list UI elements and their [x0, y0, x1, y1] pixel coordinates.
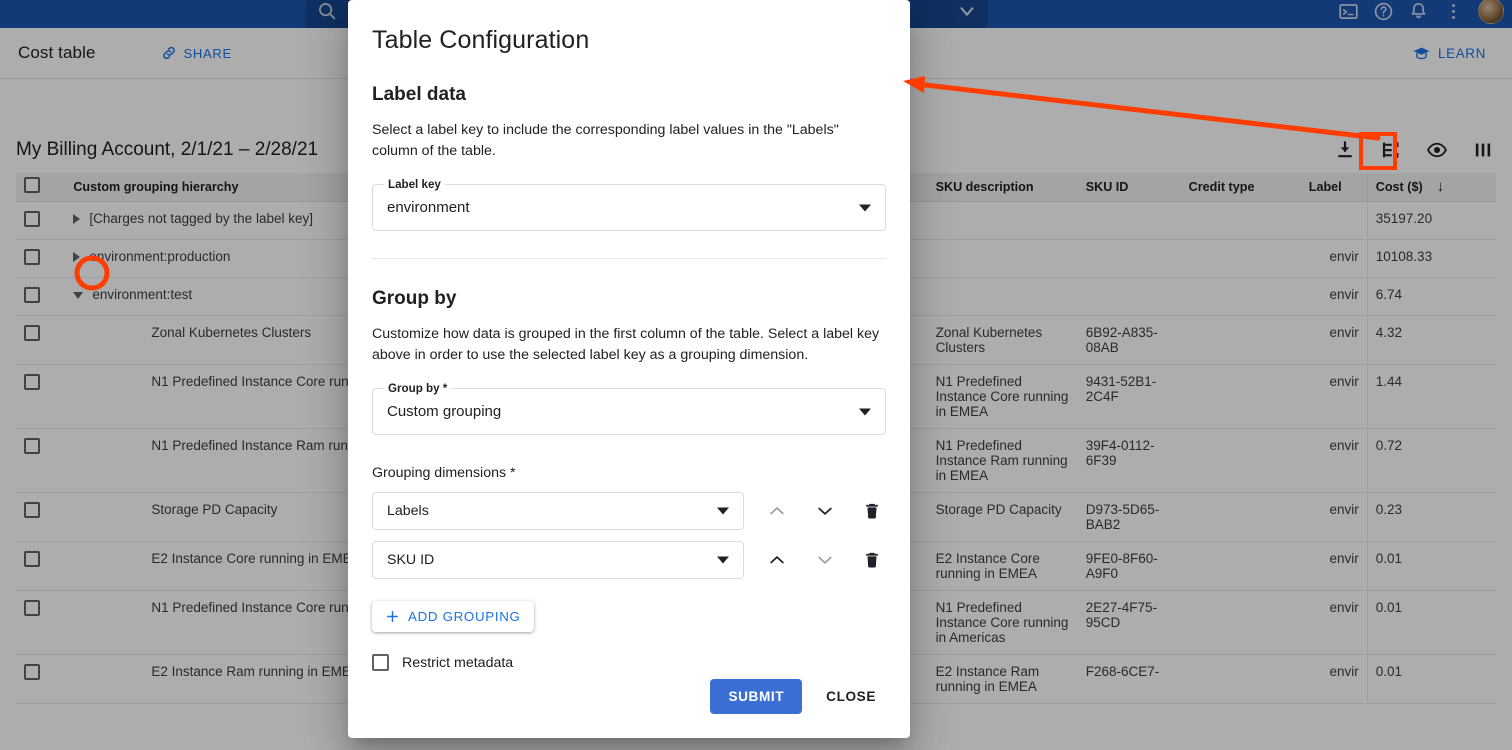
- chevron-down-icon: [859, 204, 871, 211]
- chevron-down-icon: [859, 408, 871, 415]
- add-grouping-button[interactable]: ADD GROUPING: [372, 601, 534, 632]
- chevron-down-icon: [717, 557, 729, 564]
- label-data-description: Select a label key to include the corres…: [372, 120, 884, 162]
- move-up-button[interactable]: [764, 545, 791, 575]
- chevron-down-icon: [815, 501, 835, 521]
- close-button[interactable]: CLOSE: [816, 679, 886, 714]
- delete-grouping-button[interactable]: [859, 545, 886, 575]
- trash-icon: [862, 501, 882, 521]
- group-by-value: Custom grouping: [387, 403, 501, 420]
- label-key-value: environment: [387, 199, 470, 216]
- grouping-dimension-row: Labels: [372, 492, 886, 530]
- chevron-up-icon: [767, 550, 787, 570]
- group-by-heading: Group by: [372, 288, 886, 310]
- move-up-button: [764, 496, 791, 526]
- label-data-heading: Label data: [372, 84, 886, 106]
- grouping-dimension-row: SKU ID: [372, 541, 886, 579]
- add-grouping-label: ADD GROUPING: [408, 609, 521, 624]
- chevron-up-icon: [767, 501, 787, 521]
- grouping-dimensions-list: Labels SKU ID: [372, 492, 886, 579]
- dialog-actions: SUBMIT CLOSE: [710, 679, 886, 714]
- delete-grouping-button[interactable]: [859, 496, 886, 526]
- group-by-select[interactable]: Group by * Custom grouping: [372, 388, 886, 435]
- dialog-title: Table Configuration: [372, 0, 886, 55]
- move-down-button[interactable]: [811, 496, 838, 526]
- submit-button[interactable]: SUBMIT: [710, 679, 802, 714]
- chevron-down-icon: [815, 550, 835, 570]
- grouping-dimensions-label: Grouping dimensions *: [372, 465, 886, 481]
- chevron-down-icon: [717, 508, 729, 515]
- grouping-dimension-select[interactable]: SKU ID: [372, 541, 744, 579]
- move-down-button: [811, 545, 838, 575]
- restrict-metadata-label: Restrict metadata: [402, 655, 513, 671]
- dialog-divider: [372, 258, 886, 259]
- grouping-dimension-select[interactable]: Labels: [372, 492, 744, 530]
- label-key-legend: Label key: [384, 178, 445, 191]
- restrict-metadata-checkbox[interactable]: [372, 654, 389, 671]
- table-configuration-dialog: Table Configuration Label data Select a …: [348, 0, 910, 738]
- label-key-select[interactable]: Label key environment: [372, 184, 886, 231]
- grouping-dimension-value: Labels: [387, 503, 429, 519]
- plus-icon: [385, 609, 400, 624]
- group-by-description: Customize how data is grouped in the fir…: [372, 324, 884, 366]
- screen-root: Search products and resources: [0, 0, 1512, 750]
- restrict-metadata-row[interactable]: Restrict metadata: [372, 654, 886, 671]
- group-by-legend: Group by *: [384, 382, 451, 395]
- grouping-dimension-value: SKU ID: [387, 552, 434, 568]
- trash-icon: [862, 550, 882, 570]
